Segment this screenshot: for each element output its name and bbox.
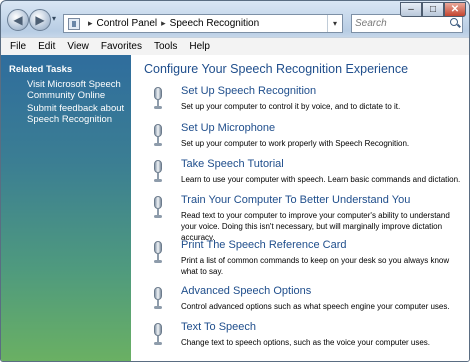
- microphone-icon: [153, 160, 163, 184]
- task-pane: Related Tasks Visit Microsoft Speech Com…: [1, 55, 131, 361]
- breadcrumb-control-panel[interactable]: Control Panel: [97, 18, 158, 29]
- search-icon[interactable]: [448, 15, 462, 32]
- task-title[interactable]: Take Speech Tutorial: [181, 158, 284, 170]
- task-description: Change text to speech options, such as t…: [181, 338, 431, 347]
- task-description: Set up your computer to control it by vo…: [181, 102, 401, 111]
- menu-help[interactable]: Help: [183, 41, 216, 52]
- minimize-button[interactable]: –: [400, 2, 422, 17]
- microphone-icon: [153, 124, 163, 148]
- address-dropdown-icon[interactable]: ▾: [327, 15, 342, 32]
- task-description: Learn to use your computer with speech. …: [181, 175, 461, 184]
- search-placeholder: Search: [355, 18, 387, 29]
- title-bar: ◀ ▶ ▾ ▸ Control Panel ▸ Speech Recogniti…: [1, 1, 469, 37]
- task-description: Print a list of common commands to keep …: [181, 256, 450, 276]
- microphone-icon: [153, 241, 163, 265]
- forward-button[interactable]: ▶: [29, 9, 51, 31]
- microphone-icon: [153, 196, 163, 220]
- task-title[interactable]: Set Up Speech Recognition: [181, 85, 316, 97]
- microphone-icon: [153, 87, 163, 111]
- microphone-icon: [153, 323, 163, 347]
- microphone-icon: [153, 287, 163, 311]
- breadcrumb-separator-icon[interactable]: ▸: [161, 18, 166, 29]
- explorer-window: ◀ ▶ ▾ ▸ Control Panel ▸ Speech Recogniti…: [0, 0, 470, 362]
- maximize-button[interactable]: □: [422, 2, 444, 17]
- related-tasks-heading: Related Tasks: [9, 64, 73, 75]
- menu-tools[interactable]: Tools: [148, 41, 183, 52]
- page-title: Configure Your Speech Recognition Experi…: [144, 62, 409, 76]
- menu-bar: File Edit View Favorites Tools Help: [1, 37, 469, 56]
- control-panel-icon: [68, 17, 80, 30]
- task-title[interactable]: Set Up Microphone: [181, 122, 275, 134]
- address-bar[interactable]: ▸ Control Panel ▸ Speech Recognition ▾: [63, 14, 343, 33]
- content-area: Configure Your Speech Recognition Experi…: [131, 55, 469, 361]
- close-button[interactable]: ✕: [444, 2, 466, 17]
- menu-favorites[interactable]: Favorites: [95, 41, 148, 52]
- task-description: Set up your computer to work properly wi…: [181, 139, 410, 148]
- task-title[interactable]: Advanced Speech Options: [181, 285, 311, 297]
- task-title[interactable]: Text To Speech: [181, 321, 256, 333]
- task-title[interactable]: Train Your Computer To Better Understand…: [181, 194, 410, 206]
- breadcrumb-speech-recognition[interactable]: Speech Recognition: [170, 18, 260, 29]
- task-title[interactable]: Print The Speech Reference Card: [181, 239, 347, 251]
- recent-pages-dropdown[interactable]: ▾: [52, 14, 56, 23]
- menu-edit[interactable]: Edit: [32, 41, 61, 52]
- menu-view[interactable]: View: [61, 41, 95, 52]
- menu-file[interactable]: File: [1, 41, 32, 52]
- submit-feedback-link[interactable]: Submit feedback about Speech Recognition: [27, 103, 127, 125]
- task-description: Control advanced options such as what sp…: [181, 302, 450, 311]
- breadcrumb-separator-icon[interactable]: ▸: [88, 18, 93, 29]
- back-button[interactable]: ◀: [7, 9, 29, 31]
- visit-speech-community-link[interactable]: Visit Microsoft Speech Community Online: [27, 79, 127, 101]
